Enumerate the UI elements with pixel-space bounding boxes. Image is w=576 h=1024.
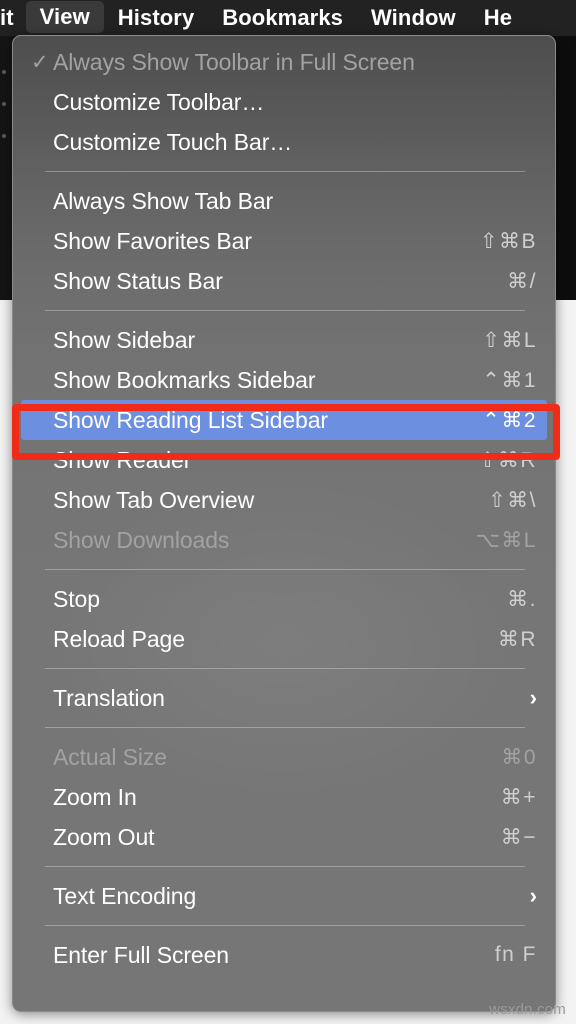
- menu-item-shortcut: ⌃⌘1: [482, 368, 537, 392]
- menu-bar: it View History Bookmarks Window He: [0, 0, 576, 36]
- chevron-right-icon: ›: [529, 685, 537, 710]
- menu-item-show-reading-list-sidebar[interactable]: Show Reading List Sidebar ⌃⌘2: [21, 400, 547, 440]
- checkmark-icon: ✓: [31, 50, 49, 74]
- menubar-item-bookmarks[interactable]: Bookmarks: [208, 0, 357, 36]
- menu-item-customize-touch-bar[interactable]: Customize Touch Bar…: [13, 122, 555, 162]
- menu-item-label: Always Show Tab Bar: [53, 187, 274, 214]
- menu-separator: [45, 310, 525, 311]
- menu-item-label: Always Show Toolbar in Full Screen: [53, 48, 415, 75]
- menu-separator: [45, 866, 525, 867]
- menu-item-shortcut: ⌘.: [507, 587, 537, 611]
- menu-item-label: Translation: [53, 684, 165, 711]
- menu-item-shortcut: ⌥⌘L: [475, 528, 537, 552]
- menu-item-shortcut: ⇧⌘R: [478, 448, 537, 472]
- menu-item-label: Show Sidebar: [53, 326, 195, 353]
- menu-item-actual-size: Actual Size ⌘0: [13, 737, 555, 777]
- menu-item-enter-full-screen[interactable]: Enter Full Screen fn F: [13, 935, 555, 975]
- view-menu-panel: ✓ Always Show Toolbar in Full Screen Custo…: [12, 35, 556, 1012]
- menu-item-label: Zoom In: [53, 783, 137, 810]
- menu-item-shortcut: fn F: [494, 943, 537, 966]
- menu-item-label: Text Encoding: [53, 882, 197, 909]
- menu-separator: [45, 925, 525, 926]
- menu-item-show-bookmarks-sidebar[interactable]: Show Bookmarks Sidebar ⌃⌘1: [13, 360, 555, 400]
- chevron-right-icon: ›: [529, 883, 537, 908]
- menu-separator: [45, 727, 525, 728]
- menu-item-label: Show Tab Overview: [53, 486, 255, 513]
- menu-item-label: Customize Touch Bar…: [53, 128, 293, 155]
- menu-item-label: Show Status Bar: [53, 267, 223, 294]
- menu-item-shortcut: ⌘−: [500, 825, 537, 849]
- menu-item-label: Stop: [53, 585, 100, 612]
- menu-item-label: Customize Toolbar…: [53, 88, 265, 115]
- menu-item-shortcut: ⇧⌘B: [479, 229, 537, 253]
- menu-item-label: Show Bookmarks Sidebar: [53, 366, 316, 393]
- menu-item-always-show-tab-bar[interactable]: Always Show Tab Bar: [13, 181, 555, 221]
- menu-item-always-show-toolbar-in-full-screen: ✓ Always Show Toolbar in Full Screen: [13, 42, 555, 82]
- menu-item-label: Show Reading List Sidebar: [53, 406, 328, 433]
- menu-item-shortcut: ⇧⌘\: [488, 488, 537, 512]
- menubar-item-history[interactable]: History: [104, 0, 209, 36]
- menu-item-customize-toolbar[interactable]: Customize Toolbar…: [13, 82, 555, 122]
- menu-separator: [45, 171, 525, 172]
- menu-item-show-tab-overview[interactable]: Show Tab Overview ⇧⌘\: [13, 480, 555, 520]
- menu-item-show-status-bar[interactable]: Show Status Bar ⌘/: [13, 261, 555, 301]
- menu-item-shortcut: ⌘R: [497, 627, 537, 651]
- menu-item-label: Show Reader: [53, 446, 192, 473]
- menu-item-text-encoding[interactable]: Text Encoding ›: [13, 876, 555, 916]
- menu-item-translation[interactable]: Translation ›: [13, 678, 555, 718]
- menubar-item-window[interactable]: Window: [357, 0, 470, 36]
- menu-item-shortcut: ⌘0: [501, 745, 537, 769]
- menu-item-shortcut: ⌃⌘2: [482, 408, 537, 432]
- menu-item-show-favorites-bar[interactable]: Show Favorites Bar ⇧⌘B: [13, 221, 555, 261]
- menu-item-reload-page[interactable]: Reload Page ⌘R: [13, 619, 555, 659]
- menu-item-show-sidebar[interactable]: Show Sidebar ⇧⌘L: [13, 320, 555, 360]
- menu-item-zoom-in[interactable]: Zoom In ⌘+: [13, 777, 555, 817]
- menubar-item-view[interactable]: View: [25, 1, 104, 33]
- background-bullets: [2, 70, 10, 190]
- menubar-item-it[interactable]: it: [0, 0, 26, 36]
- menu-item-label: Show Downloads: [53, 526, 230, 553]
- menu-item-label: Enter Full Screen: [53, 941, 229, 968]
- menu-item-zoom-out[interactable]: Zoom Out ⌘−: [13, 817, 555, 857]
- watermark: wsxdn.com: [489, 1001, 566, 1018]
- menu-separator: [45, 668, 525, 669]
- menu-separator: [45, 569, 525, 570]
- menu-item-shortcut: ⌘+: [500, 785, 537, 809]
- menu-item-label: Zoom Out: [53, 823, 155, 850]
- menu-item-shortcut: ⇧⌘L: [482, 328, 537, 352]
- menu-item-label: Actual Size: [53, 743, 167, 770]
- menu-item-show-downloads: Show Downloads ⌥⌘L: [13, 520, 555, 560]
- menu-item-show-reader[interactable]: Show Reader ⇧⌘R: [13, 440, 555, 480]
- menu-item-shortcut: ⌘/: [507, 269, 537, 293]
- menu-item-stop[interactable]: Stop ⌘.: [13, 579, 555, 619]
- menubar-item-he[interactable]: He: [470, 0, 526, 36]
- view-menu-list: ✓ Always Show Toolbar in Full Screen Custo…: [13, 36, 555, 975]
- menu-item-label: Reload Page: [53, 625, 185, 652]
- menu-item-label: Show Favorites Bar: [53, 227, 252, 254]
